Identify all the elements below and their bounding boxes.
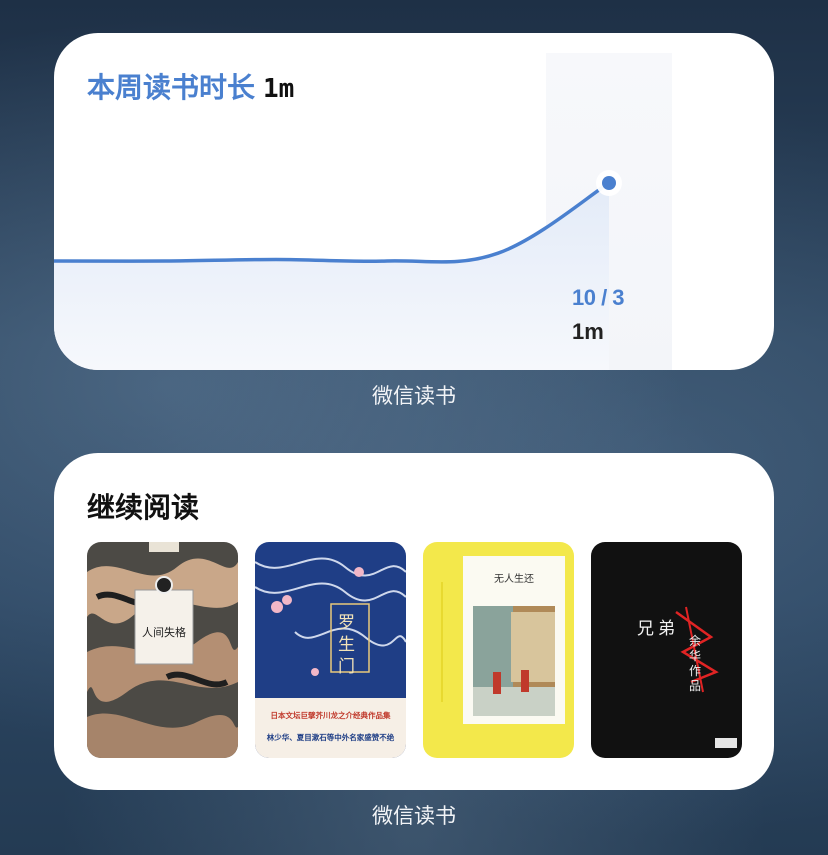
book-tagline2-2: 林少华、夏目漱石等中外名家盛赞不绝 — [266, 733, 395, 742]
book-cover-1[interactable]: 人间失格 — [87, 542, 238, 758]
widget-title: 本周读书时长 1m — [87, 66, 294, 106]
app-label-top: 微信读书 — [372, 384, 456, 408]
selected-point[interactable] — [602, 176, 616, 190]
reading-time-widget[interactable]: 本周读书时长 1m 10 / 3 1m — [54, 33, 774, 370]
continue-reading-widget[interactable]: 继续阅读 人间失格 罗生门 日本文坛巨擘芥川龙之介经典作品集 林少华、夏目漱石等… — [54, 453, 774, 790]
book-cover-2[interactable]: 罗生门 日本文坛巨擘芥川龙之介经典作品集 林少华、夏目漱石等中外名家盛赞不绝 — [255, 542, 406, 758]
continue-reading-title: 继续阅读 — [87, 491, 200, 524]
book-title-4: 兄弟 — [637, 619, 679, 639]
selected-day-label: 10 / 3 — [572, 285, 625, 310]
book-title-1: 人间失格 — [142, 626, 186, 639]
reading-time-total: 1m — [263, 74, 295, 104]
app-label-bottom: 微信读书 — [372, 804, 456, 828]
book-title-2: 罗生门 — [338, 613, 355, 677]
selected-day-value: 1m — [572, 319, 604, 344]
book-cover-4[interactable]: 兄弟 余华作品 — [591, 542, 742, 758]
book-list: 人间失格 罗生门 日本文坛巨擘芥川龙之介经典作品集 林少华、夏目漱石等中外名家盛… — [87, 542, 742, 758]
book-author-4: 余华作品 — [689, 634, 702, 693]
book-title-3: 无人生还 — [494, 574, 534, 585]
reading-time-title: 本周读书时长 — [87, 71, 256, 104]
book-cover-3[interactable]: 无人生还 — [423, 542, 574, 758]
book-tagline-2: 日本文坛巨擘芥川龙之介经典作品集 — [270, 711, 391, 720]
chart-area — [54, 183, 609, 370]
